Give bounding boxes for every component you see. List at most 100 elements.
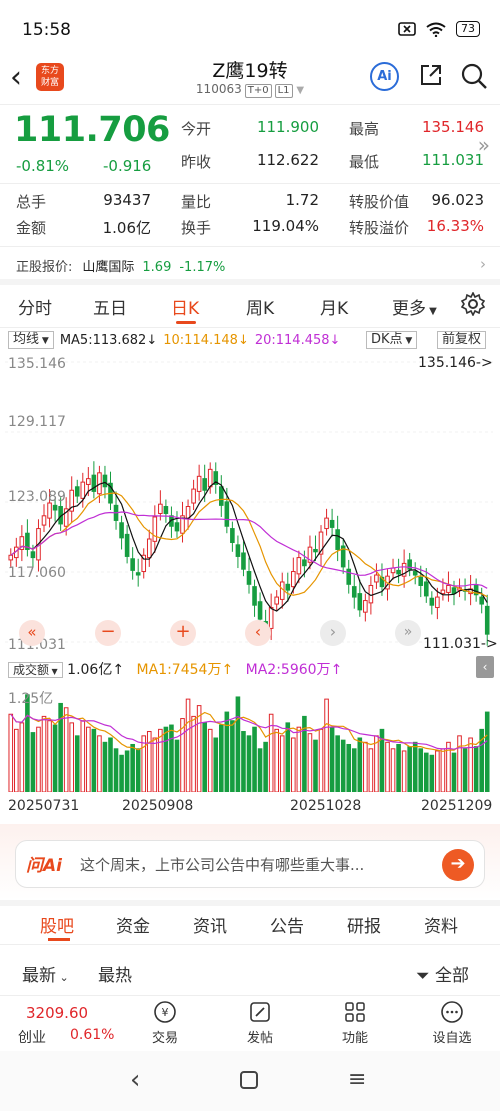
chevron-down-icon: ▼ (426, 306, 437, 317)
nav-post[interactable]: 发帖 (220, 1000, 300, 1046)
tab-announcements[interactable]: 公告 (270, 912, 304, 937)
y-axis-2: 129.117 (8, 414, 66, 430)
vol-ma1: MA1:7454万↑ (136, 662, 234, 678)
sort-latest[interactable]: 最新 ⌄ (22, 961, 69, 986)
next-button[interactable]: › (320, 620, 346, 646)
tab-guba[interactable]: 股吧 (40, 912, 74, 937)
underlying-quote-row[interactable]: 正股报价: 山鹰国际 1.69 -1.17% (16, 256, 225, 275)
volume-legend: 成交额 ▼ 1.06亿↑ MA1:7454万↑ MA2:5960万↑ (8, 659, 342, 680)
volume-bar (169, 724, 174, 792)
tab-five-day[interactable]: 五日 (93, 294, 127, 319)
search-icon[interactable] (460, 62, 488, 90)
volume-bar (412, 741, 418, 792)
candle (130, 558, 135, 571)
tab-news[interactable]: 资讯 (193, 912, 227, 937)
volume-bar (97, 735, 102, 792)
candle (185, 506, 191, 519)
scroll-right-button[interactable]: » (395, 620, 421, 646)
volume-value: 1.06亿↑ (67, 662, 125, 678)
candle (224, 501, 230, 527)
zoom-out-button[interactable]: − (95, 620, 121, 646)
candle (218, 486, 224, 506)
volume-bar (285, 722, 291, 792)
nav-trade[interactable]: ¥ 交易 (125, 1000, 205, 1046)
volume-bar (52, 724, 58, 792)
chevron-right-icon[interactable]: › (480, 255, 486, 273)
total-hands-value: 93437 (103, 191, 151, 209)
tab-more[interactable]: 更多 ▼ (392, 294, 437, 319)
system-home-icon[interactable] (240, 1071, 258, 1089)
tab-profile[interactable]: 资料 (424, 912, 458, 937)
volume-bar (163, 726, 169, 792)
volume-bar (30, 732, 36, 792)
tab-monthly-k[interactable]: 月K (320, 294, 348, 319)
system-recents-icon[interactable]: ≡ (348, 1067, 366, 1092)
candle (102, 474, 108, 488)
candle (202, 478, 207, 491)
tab-intraday[interactable]: 分时 (18, 294, 52, 319)
expand-quote-icon[interactable]: » (478, 133, 490, 157)
prev-button[interactable]: ‹ (245, 620, 271, 646)
adjust-button[interactable]: 前复权 (437, 331, 487, 349)
candle (435, 596, 440, 609)
tab-research[interactable]: 研报 (347, 912, 381, 937)
tab-weekly-k[interactable]: 周K (246, 294, 274, 319)
candle (235, 544, 241, 557)
total-hands-label: 总手 (16, 193, 47, 211)
candle (246, 571, 252, 585)
system-back-icon[interactable]: ‹ (130, 1065, 140, 1095)
volume-bar (80, 720, 86, 792)
divider (0, 183, 500, 184)
arrow-right-icon[interactable]: ➔ (442, 849, 474, 881)
svg-text:¥: ¥ (162, 1006, 169, 1019)
dk-button[interactable]: DK点 ▼ (366, 331, 418, 349)
tab-funds[interactable]: 资金 (116, 912, 150, 937)
volume-bar (318, 728, 324, 792)
collapse-panel-button[interactable]: ‹ (476, 656, 494, 678)
candle (285, 583, 291, 591)
zoom-in-button[interactable]: + (170, 620, 196, 646)
volume-bar (252, 726, 257, 792)
volume-bar (457, 735, 462, 792)
volume-bar (207, 728, 213, 792)
scroll-left-button[interactable]: « (19, 620, 45, 646)
edit-icon (250, 1002, 270, 1022)
gear-icon[interactable] (461, 292, 485, 316)
index-change[interactable]: 0.61% (70, 1027, 114, 1043)
candle (268, 607, 274, 629)
nav-functions[interactable]: 功能 (315, 1000, 395, 1046)
volume-selector[interactable]: 成交额 ▼ (8, 662, 63, 678)
conv-premium-value: 16.33% (426, 217, 484, 235)
y-axis-3: 123.089 (8, 489, 66, 505)
volume-y-top: 1.25亿 (8, 691, 54, 707)
volume-chart[interactable] (5, 680, 493, 792)
index-value[interactable]: 3209.60 (26, 1004, 88, 1022)
candle (119, 522, 124, 539)
amount-label: 金额 (16, 219, 47, 237)
nav-add-watchlist[interactable]: 设自选 (412, 1000, 492, 1046)
volume-bar (41, 715, 47, 792)
volume-bar (69, 722, 75, 792)
open-label: 今开 (181, 120, 212, 138)
candle (47, 502, 52, 519)
volume-bar (396, 743, 401, 792)
volume-bar (401, 750, 407, 792)
candle (274, 596, 280, 605)
notification-off-icon (398, 22, 416, 36)
ma-selector[interactable]: 均线 ▼ (8, 331, 54, 349)
dropdown-icon[interactable]: ▼ (296, 85, 304, 96)
ask-ai-bar[interactable]: 问Ai 这个周末，上市公司公告中有哪些重大事... ➔ (15, 840, 485, 888)
t0-tag: T+0 (244, 84, 272, 98)
volume-bar (47, 720, 52, 792)
sort-hottest[interactable]: 最热 (98, 961, 132, 986)
candlestick-chart[interactable] (5, 352, 493, 654)
ai-button[interactable]: Ai (370, 62, 399, 91)
index-name[interactable]: 创业 (18, 1027, 46, 1047)
filter-all[interactable]: ⏷ 全部 (416, 961, 469, 986)
divider (0, 900, 500, 906)
tab-daily-k[interactable]: 日K (171, 294, 199, 319)
volume-bar (246, 735, 252, 792)
ma10-value: 10:114.148↓ (163, 332, 249, 348)
share-icon[interactable] (418, 62, 444, 88)
volume-bar (462, 748, 468, 792)
